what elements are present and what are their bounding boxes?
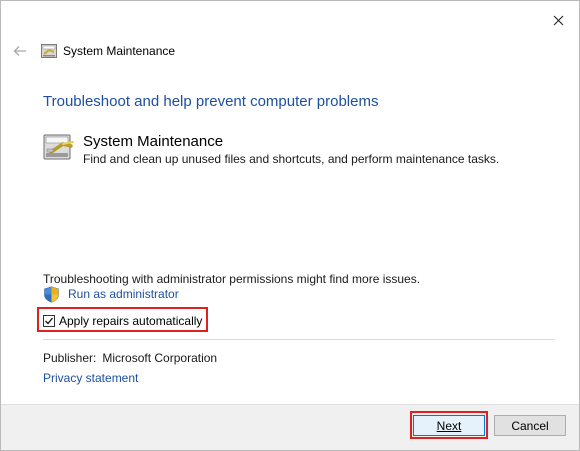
close-icon [553, 15, 563, 25]
cancel-button[interactable]: Cancel [494, 415, 566, 436]
uac-shield-icon [44, 285, 59, 303]
publisher-value: Microsoft Corporation [102, 351, 218, 365]
tool-name: System Maintenance [83, 133, 224, 150]
system-maintenance-icon [43, 134, 74, 160]
privacy-statement-link[interactable]: Privacy statement [43, 371, 138, 386]
publisher-label: Publisher: [43, 351, 97, 365]
close-button[interactable] [543, 7, 573, 33]
run-as-administrator-link[interactable]: Run as administrator [43, 285, 179, 303]
apply-repairs-checkbox-row[interactable]: Apply repairs automatically [43, 313, 202, 328]
system-maintenance-small-icon [41, 44, 57, 58]
checkmark-icon [45, 317, 54, 324]
troubleshooter-window: System Maintenance Troubleshoot and help… [0, 0, 580, 451]
next-button-label: Next [436, 418, 462, 433]
dialog-footer: Next Cancel [1, 404, 579, 450]
divider [43, 339, 555, 340]
apply-repairs-label[interactable]: Apply repairs automatically [59, 314, 202, 328]
page-heading: Troubleshoot and help prevent computer p… [43, 93, 379, 110]
publisher-info: Publisher: Microsoft Corporation [43, 351, 217, 366]
tool-description: Find and clean up unused files and short… [83, 152, 500, 166]
back-button[interactable] [10, 41, 30, 61]
window-title: System Maintenance [63, 44, 176, 58]
next-button[interactable]: Next [413, 415, 485, 436]
back-arrow-icon [13, 46, 26, 56]
run-as-administrator-label[interactable]: Run as administrator [68, 287, 179, 301]
cancel-button-label: Cancel [511, 418, 549, 433]
apply-repairs-checkbox[interactable] [43, 314, 55, 327]
